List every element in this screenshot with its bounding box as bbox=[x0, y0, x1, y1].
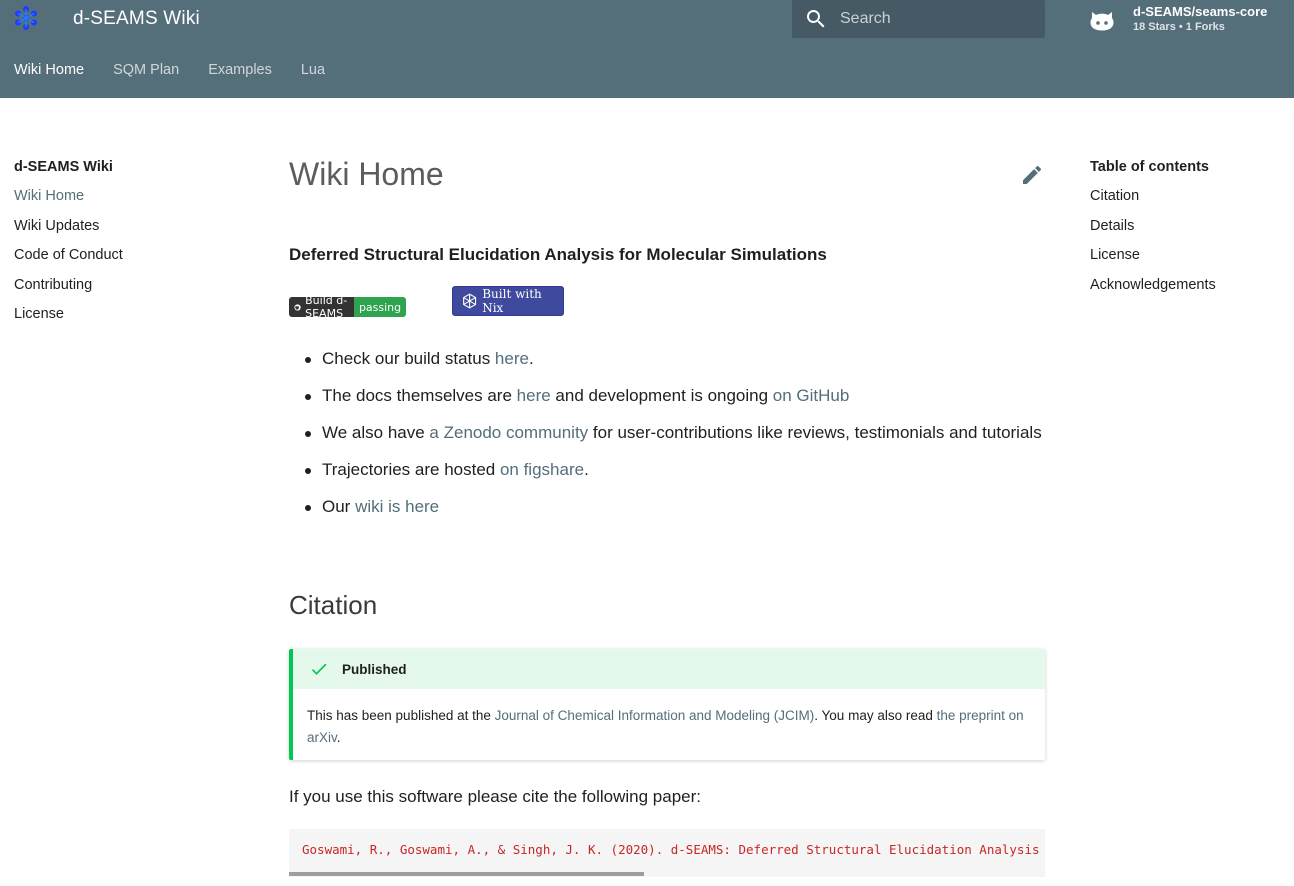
cite-instructions: If you use this software please cite the… bbox=[289, 787, 702, 806]
sidebar-title: d-SEAMS Wiki bbox=[14, 159, 113, 175]
list-text: We also have bbox=[322, 423, 430, 442]
sidebar-item-contributing[interactable]: Contributing bbox=[14, 276, 244, 306]
search-icon bbox=[807, 10, 825, 28]
nix-snowflake-icon bbox=[463, 293, 477, 309]
search-input[interactable] bbox=[840, 0, 1040, 38]
build-badge-status: passing bbox=[353, 297, 407, 317]
repo-name: d-SEAMS/seams-core bbox=[1133, 4, 1268, 19]
citation-heading: Citation bbox=[289, 590, 378, 620]
list-item: We also have a Zenodo community for user… bbox=[305, 419, 1042, 447]
repo-link[interactable]: d-SEAMS/seams-core 18 Stars • 1 Forks bbox=[1089, 3, 1294, 39]
toc-item-citation[interactable]: Citation bbox=[1090, 187, 1290, 217]
sidebar-item-code-of-conduct[interactable]: Code of Conduct bbox=[14, 246, 244, 276]
list-text: Trajectories are hosted bbox=[322, 460, 500, 479]
code-horizontal-scrollbar[interactable] bbox=[289, 872, 644, 876]
toc-item-acknowledgements[interactable]: Acknowledgements bbox=[1090, 276, 1290, 306]
left-sidebar-nav: d-SEAMS Wiki Wiki Home Wiki Updates Code… bbox=[14, 158, 244, 335]
admonition-text: . You may also read bbox=[814, 708, 937, 723]
list-text: The docs themselves are bbox=[322, 386, 517, 405]
build-status-link[interactable]: here bbox=[495, 349, 529, 368]
toc-item-details[interactable]: Details bbox=[1090, 217, 1290, 247]
list-item: The docs themselves are here and develop… bbox=[305, 382, 1042, 410]
sidebar-item-license[interactable]: License bbox=[14, 305, 244, 335]
list-text: Our bbox=[322, 497, 356, 516]
docs-link[interactable]: here bbox=[517, 386, 551, 405]
list-text: for user-contributions like reviews, tes… bbox=[588, 423, 1042, 442]
admonition-body: This has been published at the Journal o… bbox=[293, 689, 1045, 749]
repo-stats: 18 Stars • 1 Forks bbox=[1133, 21, 1225, 33]
citation-code-block[interactable]: Goswami, R., Goswami, A., & Singh, J. K.… bbox=[289, 829, 1045, 877]
build-status-badge[interactable]: Build d-SEAMS passing bbox=[289, 297, 407, 317]
nix-badge-text: Built with Nix bbox=[482, 287, 542, 315]
tab-sqm-plan[interactable]: SQM Plan bbox=[113, 62, 179, 78]
github-icon bbox=[1090, 12, 1114, 31]
page-subtitle: Deferred Structural Elucidation Analysis… bbox=[289, 245, 827, 264]
search-box[interactable] bbox=[792, 0, 1045, 38]
list-text: . bbox=[584, 460, 589, 479]
sidebar-item-wiki-updates[interactable]: Wiki Updates bbox=[14, 217, 244, 247]
list-text: Check our build status bbox=[322, 349, 495, 368]
toc-title: Table of contents bbox=[1090, 159, 1209, 175]
zenodo-community-link[interactable]: a Zenodo community bbox=[429, 423, 588, 442]
tab-lua[interactable]: Lua bbox=[301, 62, 325, 78]
list-item: Our wiki is here bbox=[305, 493, 1042, 521]
site-title[interactable]: d-SEAMS Wiki bbox=[73, 8, 200, 30]
admonition-title: Published bbox=[342, 661, 407, 677]
page-title: Wiki Home bbox=[289, 156, 444, 192]
figshare-link[interactable]: on figshare bbox=[500, 460, 584, 479]
list-text: . bbox=[528, 349, 534, 368]
github-link[interactable]: on GitHub bbox=[773, 386, 850, 405]
build-badge-label: Build d-SEAMS bbox=[289, 297, 354, 317]
list-text: and development is ongoing bbox=[550, 386, 773, 405]
check-icon bbox=[311, 663, 327, 675]
list-item: Trajectories are hosted on figshare. bbox=[305, 456, 1042, 484]
toc-item-license[interactable]: License bbox=[1090, 246, 1290, 276]
citation-code: Goswami, R., Goswami, A., & Singh, J. K.… bbox=[302, 842, 1045, 857]
github-mark-icon bbox=[294, 303, 301, 311]
edit-pencil-icon[interactable] bbox=[1020, 163, 1044, 187]
wiki-link[interactable]: wiki is here bbox=[355, 497, 439, 516]
built-with-nix-badge[interactable]: Built with Nix bbox=[452, 286, 564, 316]
intro-bullet-list: Check our build status here. The docs th… bbox=[305, 345, 1042, 530]
build-badge-left-text: Build d-SEAMS bbox=[305, 297, 348, 317]
admonition-header: Published bbox=[293, 649, 1045, 689]
tab-wiki-home[interactable]: Wiki Home bbox=[14, 62, 84, 78]
table-of-contents: Table of contents Citation Details Licen… bbox=[1090, 158, 1290, 305]
admonition-text: . bbox=[336, 730, 341, 745]
jcim-link[interactable]: Journal of Chemical Information and Mode… bbox=[495, 708, 815, 723]
sidebar-item-wiki-home[interactable]: Wiki Home bbox=[14, 187, 244, 217]
admonition-text: This has been published at the bbox=[307, 708, 495, 723]
main-content: Wiki Home Deferred Structural Elucidatio… bbox=[289, 150, 1045, 877]
list-item: Check our build status here. bbox=[305, 345, 1042, 373]
d-seams-logo-icon[interactable] bbox=[13, 5, 39, 31]
nav-tabs: Wiki Home SQM Plan Examples Lua bbox=[14, 62, 354, 78]
published-admonition: Published This has been published at the… bbox=[289, 649, 1045, 760]
top-header: d-SEAMS Wiki d-SEAMS/seams-core 18 Stars… bbox=[0, 0, 1294, 98]
tab-examples[interactable]: Examples bbox=[208, 62, 272, 78]
